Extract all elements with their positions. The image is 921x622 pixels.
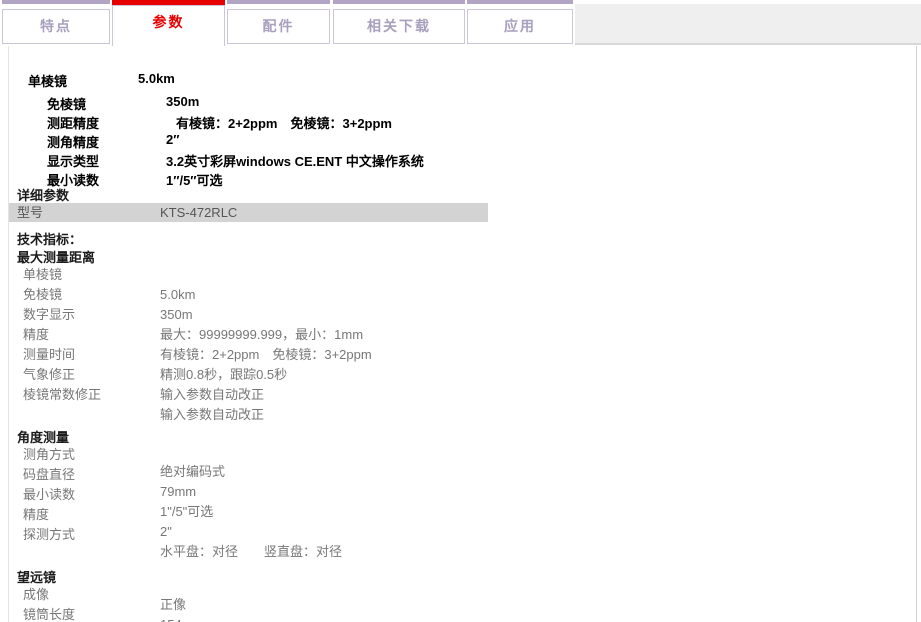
spec-row: 镜筒长度 正像 [9,607,916,622]
spec-value: 79mm [160,484,196,499]
spec-label: 数字显示 [23,307,75,322]
spec-value: 水平盘：对径 竖直盘：对径 [160,544,342,559]
section-title-tech-specs: 技术指标： [9,229,916,247]
tab[interactable]: 相关下载 [333,0,465,46]
summary-row: 显示类型 3.2英寸彩屏windows CE.ENT 中文操作系统 [9,151,916,170]
section-title-detail-params: 详细参数 [9,189,916,203]
spec-label: 成像 [23,587,49,602]
summary-label: 单棱镜 [28,71,67,90]
spec-label: 最小读数 [23,487,75,502]
tab-label: 配件 [227,9,330,44]
spec-label: 精度 [23,327,49,342]
spec-row: 精度 1"/5"可选 [9,507,916,527]
spec-label: 探测方式 [23,527,75,542]
model-row: 型号 KTS-472RLC [9,203,488,222]
summary-row: 单棱镜 5.0km [9,71,916,94]
spec-row: 免棱镜 5.0km [9,287,916,307]
telescope-spec-rows: 成像 镜筒长度 正像 154mm [9,587,916,622]
spec-value: 绝对编码式 [160,464,225,479]
spec-value: 350m [160,307,193,322]
spec-label: 单棱镜 [23,267,62,282]
spec-row: 输入参数自动改正 [9,407,916,427]
spec-row: 探测方式 2" [9,527,916,547]
spec-label: 镜筒长度 [23,607,75,622]
summary-value: 5.0km [138,71,175,86]
tab-label: 参数 [112,5,225,46]
spec-row: 测量时间 有棱镜：2+2ppm 免棱镜：3+2ppm [9,347,916,367]
spec-row: 最小读数 79mm [9,487,916,507]
spec-label: 气象修正 [23,367,75,382]
spec-value: 5.0km [160,287,195,302]
spec-row: 精度 最大：99999999.999，最小：1mm [9,327,916,347]
spec-value: 正像 [160,597,186,612]
spec-value: 2" [160,524,172,539]
tab-accent-bar [467,0,573,4]
spec-row: 水平盘：对径 竖直盘：对径 [9,547,916,567]
tab[interactable]: 参数 [112,0,225,46]
section-title-max-distance: 最大测量距离 [9,247,916,267]
summary-value: 2″ [166,132,179,147]
spec-row: 单棱镜 [9,267,916,287]
tab[interactable]: 应用 [467,0,573,46]
spec-row: 成像 [9,587,916,607]
spec-value: 输入参数自动改正 [160,407,264,422]
summary-label: 免棱镜 [47,94,86,113]
spec-label: 测角方式 [23,447,75,462]
spec-value: 154mm [160,617,203,622]
section-title-telescope: 望远镜 [9,567,916,587]
summary-row: 最小读数 1″/5″可选 [9,170,916,189]
summary-value: 350m [166,94,199,109]
summary-label: 最小读数 [47,170,99,189]
spec-content-panel: 单棱镜 5.0km 免棱镜 350m 测距精度 有棱镜：2+2ppm 免棱镜：3… [8,46,917,622]
spec-summary-block: 单棱镜 5.0km 免棱镜 350m 测距精度 有棱镜：2+2ppm 免棱镜：3… [9,46,916,189]
spec-row: 数字显示 350m [9,307,916,327]
tab[interactable]: 特点 [2,0,110,46]
spec-row: 测角方式 [9,447,916,467]
product-spec-page: 特点 参数 配件 相关下载 应用 [0,0,921,622]
tab[interactable]: 配件 [227,0,330,46]
tab-accent-bar [333,0,465,4]
spec-row: 码盘直径 绝对编码式 [9,467,916,487]
spec-label: 测量时间 [23,347,75,362]
summary-row: 免棱镜 350m [9,94,916,113]
summary-value: 1″/5″可选 [166,170,223,189]
spec-value: 1"/5"可选 [160,504,213,519]
spec-label: 精度 [23,507,49,522]
summary-value: 有棱镜：2+2ppm 免棱镜：3+2ppm [176,113,392,132]
spec-value: 精测0.8秒，跟踪0.5秒 [160,367,287,382]
spec-label: 棱镜常数修正 [23,387,101,402]
model-value: KTS-472RLC [160,203,237,222]
tab-label: 相关下载 [333,9,465,44]
section-title-angle-measure: 角度测量 [9,427,916,447]
distance-spec-rows: 单棱镜 免棱镜 5.0km 数字显示 350m 精度 最大：99999999.9… [9,267,916,427]
tab-label: 特点 [2,9,110,44]
summary-row: 测距精度 有棱镜：2+2ppm 免棱镜：3+2ppm [9,113,916,132]
summary-label: 测距精度 [47,113,99,132]
model-label: 型号 [17,203,43,222]
angle-spec-rows: 测角方式 码盘直径 绝对编码式 最小读数 79mm 精度 1"/5"可选 [9,447,916,567]
summary-label: 测角精度 [47,132,99,151]
tab-accent-bar [2,0,110,4]
spec-value: 最大：99999999.999，最小：1mm [160,327,363,342]
tab-accent-bar [227,0,330,4]
spec-row: 气象修正 精测0.8秒，跟踪0.5秒 [9,367,916,387]
summary-value: 3.2英寸彩屏windows CE.ENT 中文操作系统 [166,151,424,170]
tab-bar-filler [575,4,921,45]
spec-row: 棱镜常数修正 输入参数自动改正 [9,387,916,407]
tab-label: 应用 [467,9,573,44]
summary-label: 显示类型 [47,151,99,170]
summary-row: 测角精度 2″ [9,132,916,151]
spec-value: 有棱镜：2+2ppm 免棱镜：3+2ppm [160,347,372,362]
spec-label: 免棱镜 [23,287,62,302]
spec-value: 输入参数自动改正 [160,387,264,402]
spec-label: 码盘直径 [23,467,75,482]
